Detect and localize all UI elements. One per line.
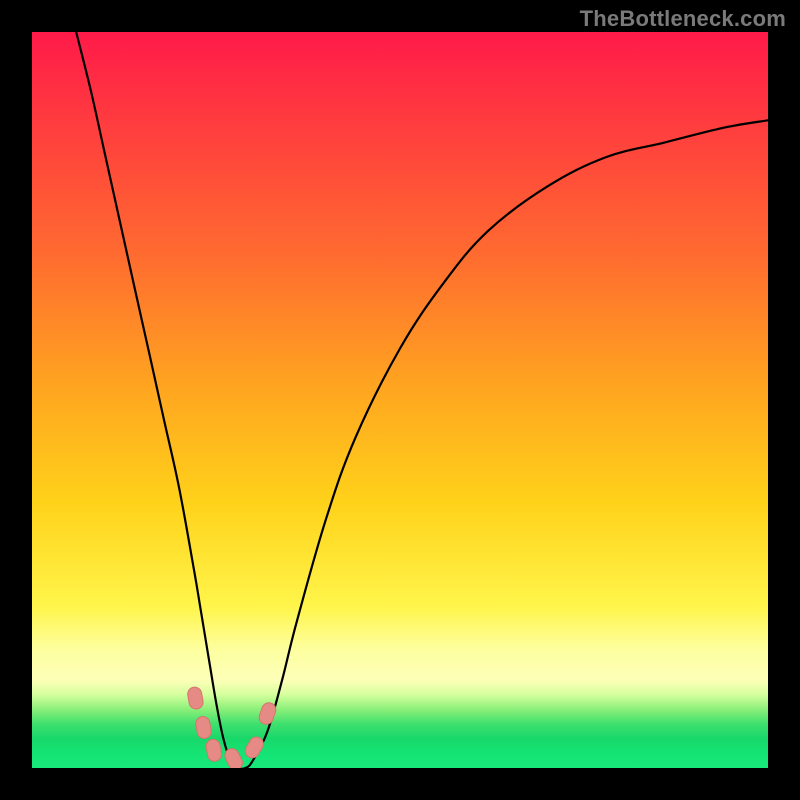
watermark-text: TheBottleneck.com bbox=[580, 6, 786, 32]
curve-markers bbox=[187, 686, 278, 768]
curve-marker bbox=[205, 738, 223, 762]
chart-frame: TheBottleneck.com bbox=[0, 0, 800, 800]
curve-marker bbox=[187, 686, 205, 710]
curve-marker bbox=[195, 715, 212, 739]
bottleneck-curve bbox=[76, 32, 768, 768]
curve-layer bbox=[32, 32, 768, 768]
curve-marker bbox=[243, 734, 266, 760]
plot-area bbox=[32, 32, 768, 768]
